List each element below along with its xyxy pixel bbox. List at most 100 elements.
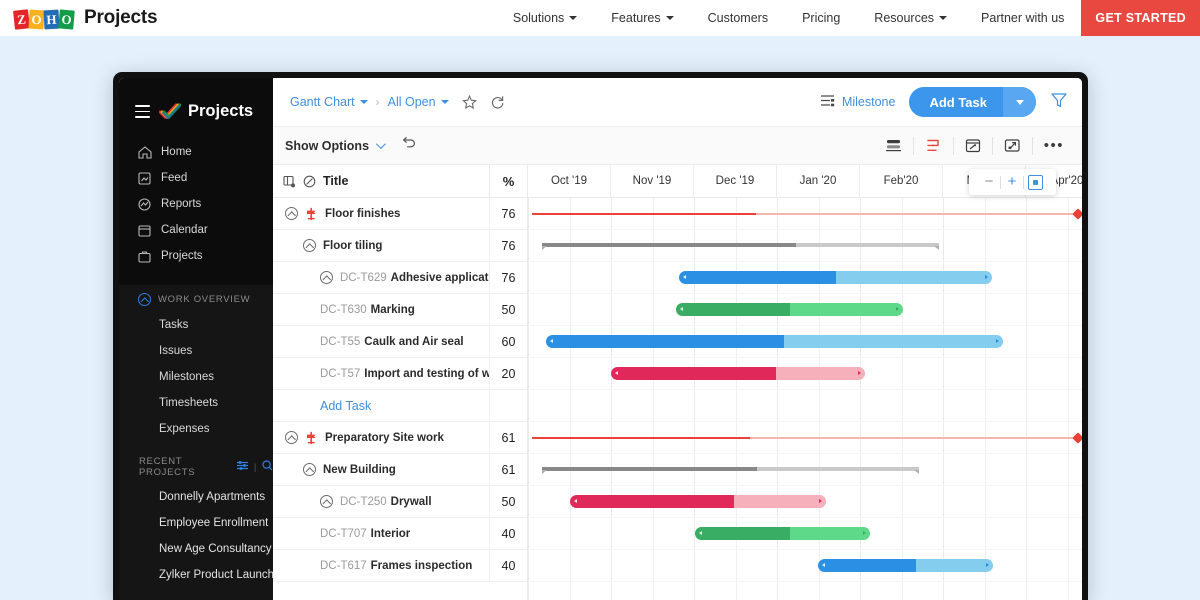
collapse-chevron-icon[interactable] [320,271,333,284]
bar-right-handle-icon[interactable] [986,563,989,567]
recent-project-item[interactable]: Zylker Product Launch [138,562,274,588]
task-row[interactable]: DC-T55 Caulk and Air seal 60 [273,325,527,358]
work-overview-header[interactable]: WORK OVERVIEW [138,293,273,306]
task-name[interactable]: Interior [371,528,411,540]
gantt-task-bar[interactable] [546,335,1003,348]
expand-icon[interactable] [993,136,1033,155]
collapse-chevron-icon[interactable] [303,239,316,252]
task-row[interactable]: DC-T630 Marking 50 [273,293,527,326]
recent-project-item[interactable]: New Age Consultancy [138,536,273,562]
gantt-summary-bar[interactable] [542,467,919,474]
gantt-milestone-line[interactable] [532,432,1082,444]
layers-icon[interactable] [874,136,914,155]
bar-right-handle-icon[interactable] [858,371,861,375]
sidebar-item-tasks[interactable]: Tasks [138,312,273,338]
task-row[interactable]: DC-T629 Adhesive application76 [273,261,527,294]
get-started-button[interactable]: GET STARTED [1081,0,1200,36]
task-row[interactable]: DC-T57Import and testing of woo..20 [273,357,527,390]
add-task-button[interactable]: Add Task [909,95,1003,110]
sidebar-item-reports[interactable]: Reports [119,191,273,217]
bar-left-handle-icon[interactable] [683,275,686,279]
sidebar-item-issues[interactable]: Issues [138,338,273,364]
task-name[interactable]: Floor tiling [323,240,382,252]
star-icon[interactable] [461,94,477,110]
bar-right-handle-icon[interactable] [996,339,999,343]
bar-left-handle-icon[interactable] [615,371,618,375]
view-selector-gantt-chart[interactable]: Gantt Chart [290,95,368,109]
filter-selector-all-open[interactable]: All Open [388,95,449,109]
bar-right-handle-icon[interactable] [863,531,866,535]
gantt-task-bar[interactable] [570,495,826,508]
bar-left-handle-icon[interactable] [550,339,553,343]
gantt-summary-bar[interactable] [542,243,939,250]
hamburger-menu-icon[interactable] [135,105,150,118]
search-icon[interactable] [262,460,273,474]
nav-item-partner-with-us[interactable]: Partner with us [964,0,1081,36]
gantt-milestone-line[interactable] [532,208,1082,220]
sidebar-item-calendar[interactable]: Calendar [119,217,273,243]
task-name[interactable]: Marking [371,304,415,316]
task-name[interactable]: Preparatory Site work [325,432,444,444]
add-task-button-group[interactable]: Add Task [909,87,1036,117]
nav-item-resources[interactable]: Resources [857,0,964,36]
add-task-dropdown-button[interactable] [1003,87,1036,117]
sidebar-item-projects[interactable]: Projects [119,243,273,269]
task-row[interactable]: DC-T250 Drywall 50 [273,485,527,518]
sliders-icon[interactable] [236,460,249,474]
task-name[interactable]: Caulk and Air seal [364,336,463,348]
bar-left-handle-icon[interactable] [699,531,702,535]
show-options-button[interactable]: Show Options [285,139,386,153]
columns-settings-icon[interactable] [283,175,296,188]
bar-right-handle-icon[interactable] [819,499,822,503]
task-name[interactable]: Floor finishes [325,208,400,220]
gantt-task-bar[interactable] [611,367,865,380]
nav-item-solutions[interactable]: Solutions [496,0,594,36]
task-row[interactable]: Preparatory Site work 61 [273,421,527,454]
column-header-percent[interactable]: % [489,164,527,198]
task-name[interactable]: Frames inspection [371,560,473,572]
sidebar-item-feed[interactable]: Feed [119,165,273,191]
sort-icon[interactable] [303,175,316,188]
bar-left-handle-icon[interactable] [574,499,577,503]
add-task-row[interactable]: Add Task [273,389,527,422]
more-icon[interactable]: ••• [1033,137,1068,155]
add-task-link[interactable]: Add Task [320,399,371,413]
gantt-task-bar[interactable] [679,271,992,284]
sidebar-item-timesheets[interactable]: Timesheets [138,390,273,416]
collapse-chevron-icon[interactable] [320,495,333,508]
bar-right-handle-icon[interactable] [896,307,899,311]
sidebar-item-milestones[interactable]: Milestones [138,364,273,390]
gantt-task-bar[interactable] [676,303,903,316]
task-row[interactable]: DC-T617 Frames inspection 40 [273,549,527,582]
nav-item-pricing[interactable]: Pricing [785,0,857,36]
sidebar-item-expenses[interactable]: Expenses [138,416,273,442]
milestone-marker-icon[interactable] [1072,208,1082,220]
milestone-marker-icon[interactable] [1072,432,1082,444]
critical-path-icon[interactable] [914,136,954,155]
collapse-chevron-icon[interactable] [285,431,298,444]
undo-icon[interactable] [401,136,417,155]
collapse-chevron-icon[interactable] [303,463,316,476]
column-header-title[interactable]: Title [273,174,489,188]
task-name[interactable]: Import and testing of woo.. [364,368,489,380]
task-row[interactable]: Floor finishes 76 [273,197,527,230]
collapse-chevron-icon[interactable] [285,207,298,220]
zoho-brand[interactable]: Z O H O Projects [13,7,158,30]
task-name[interactable]: Drywall [391,496,432,508]
nav-item-features[interactable]: Features [594,0,690,36]
funnel-icon[interactable] [1050,91,1068,114]
group-by-milestone-selector[interactable]: Milestone [820,94,895,110]
bar-right-handle-icon[interactable] [985,275,988,279]
task-row[interactable]: New Building 61 [273,453,527,486]
recent-project-item[interactable]: Donnelly Apartments [138,484,273,510]
nav-item-customers[interactable]: Customers [691,0,785,36]
refresh-icon[interactable] [490,95,505,110]
task-row[interactable]: DC-T707 Interior 40 [273,517,527,550]
task-name[interactable]: New Building [323,464,396,476]
sidebar-item-home[interactable]: Home [119,139,273,165]
gantt-task-bar[interactable] [695,527,870,540]
zoom-in-button[interactable]: + [1001,169,1023,195]
task-row[interactable]: Floor tiling 76 [273,229,527,262]
baseline-icon[interactable] [954,136,993,155]
fit-to-screen-icon[interactable] [1028,174,1043,190]
